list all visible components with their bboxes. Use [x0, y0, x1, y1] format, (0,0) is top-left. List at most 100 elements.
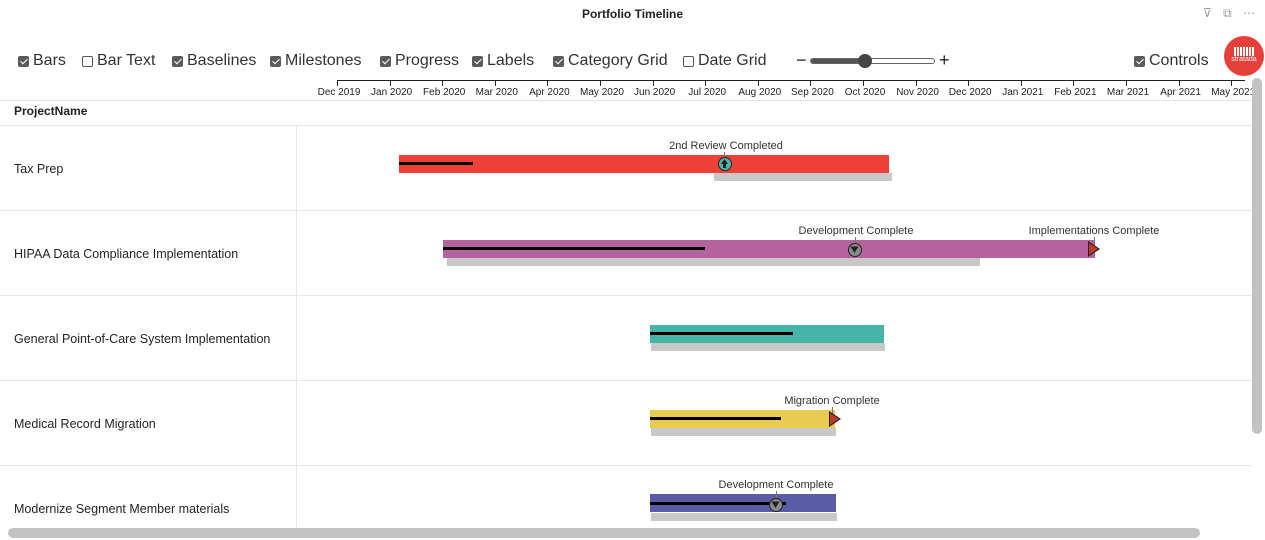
axis-month-label: Jul 2020	[688, 87, 727, 98]
checkbox-icon	[172, 55, 183, 67]
project-label-hipaa[interactable]: HIPAA Data Compliance Implementation	[14, 247, 238, 261]
baseline-bar	[651, 428, 836, 436]
checkbox-icon	[270, 55, 281, 67]
baseline-bar	[447, 258, 980, 266]
axis-month-label: Jan 2021	[1002, 87, 1044, 98]
project-label-segment-materials[interactable]: Modernize Segment Member materials	[14, 502, 229, 516]
visual-header-icons: ⊽ ⧉ ⋯	[1195, 6, 1255, 21]
progress-line	[443, 247, 705, 250]
checkbox-icon	[553, 55, 564, 67]
zoom-slider-handle[interactable]	[858, 54, 873, 68]
project-label-record-migration[interactable]: Medical Record Migration	[14, 417, 156, 431]
focus-mode-icon[interactable]: ⧉	[1223, 6, 1232, 20]
more-options-icon[interactable]: ⋯	[1243, 6, 1255, 20]
checkbox-icon	[18, 55, 29, 67]
milestone-arrow-icon[interactable]	[1088, 241, 1100, 257]
bar-text-checkbox[interactable]: Bar Text	[82, 52, 155, 70]
axis-tick	[442, 80, 444, 86]
date-grid-checkbox[interactable]: Date Grid	[683, 52, 766, 70]
axis-month-label: Aug 2020	[738, 87, 782, 98]
axis-tick	[757, 80, 759, 86]
row-divider	[0, 295, 1252, 296]
milestone-arrow-icon[interactable]	[829, 411, 841, 427]
row-divider	[0, 210, 1252, 211]
milestone-up-arrow-icon[interactable]	[718, 157, 732, 171]
labels-checkbox[interactable]: Labels	[472, 52, 534, 70]
controls-checkbox[interactable]: Controls	[1134, 52, 1209, 70]
axis-month-label: Apr 2020	[529, 87, 570, 98]
checkbox-icon	[82, 55, 93, 67]
category-grid-checkbox[interactable]: Category Grid	[553, 52, 668, 70]
axis-month-label: Sep 2020	[790, 87, 834, 98]
progress-line	[650, 332, 793, 335]
checkbox-icon	[472, 55, 483, 67]
axis-tick	[337, 80, 338, 86]
axis-month-label: Oct 2020	[844, 87, 886, 98]
milestone-label: Development Complete	[798, 225, 914, 237]
progress-checkbox[interactable]: Progress	[380, 52, 459, 70]
axis-tick	[968, 80, 970, 86]
axis-tick	[652, 80, 654, 86]
axis-tick	[494, 80, 496, 86]
project-label-point-of-care[interactable]: General Point-of-Care System Implementat…	[14, 332, 270, 346]
milestone-label: Implementations Complete	[1028, 225, 1160, 237]
axis-month-label: Jan 2020	[371, 87, 413, 98]
milestone-label: Development Complete	[718, 479, 834, 491]
axis-month-label: Nov 2020	[896, 87, 939, 98]
progress-line	[650, 502, 786, 505]
axis-month-label: Feb 2020	[423, 87, 466, 98]
stratada-logo: stratada	[1224, 36, 1264, 76]
axis-tick	[1126, 80, 1127, 86]
vertical-scrollbar[interactable]	[1252, 78, 1262, 434]
baseline-bar	[651, 513, 837, 521]
row-divider	[0, 465, 1252, 466]
baseline-bar	[714, 173, 892, 181]
bars-checkbox[interactable]: Bars	[18, 52, 66, 70]
row-divider	[0, 380, 1252, 381]
axis-month-label: Dec 2019	[317, 87, 361, 98]
baseline-bar	[651, 343, 885, 351]
axis-month-label: Mar 2021	[1106, 87, 1150, 98]
axis-month-label: May 2021	[1211, 87, 1256, 98]
timeline-axis: Dec 2019 Jan 2020 Feb 2020 Mar 2020 Apr 2020…	[297, 76, 1255, 100]
project-label-tax-prep[interactable]: Tax Prep	[14, 162, 63, 176]
axis-month-label: May 2020	[580, 87, 624, 98]
checkbox-icon	[1134, 55, 1145, 67]
horizontal-scrollbar[interactable]	[8, 528, 1200, 538]
axis-tick	[810, 80, 812, 86]
baselines-checkbox[interactable]: Baselines	[172, 52, 256, 70]
axis-tick	[1231, 80, 1233, 86]
axis-month-label: Dec 2020	[948, 87, 992, 98]
checkbox-icon	[683, 55, 694, 67]
axis-tick	[1073, 80, 1075, 86]
milestone-down-triangle-icon[interactable]	[848, 243, 862, 257]
axis-tick	[1020, 80, 1022, 86]
logo-bars-icon	[1234, 47, 1254, 56]
axis-month-label: Apr 2021	[1160, 87, 1201, 98]
column-header-projectname: ProjectName	[14, 104, 88, 118]
axis-tick	[915, 80, 917, 86]
category-divider	[296, 125, 297, 530]
milestone-label: 2nd Review Completed	[669, 140, 783, 152]
header-divider	[0, 100, 1252, 101]
axis-tick	[547, 80, 549, 86]
filter-icon[interactable]: ⊽	[1203, 6, 1212, 20]
progress-line	[399, 162, 473, 165]
axis-tick	[1178, 80, 1180, 86]
axis-month-label: Jun 2020	[634, 87, 676, 98]
milestone-label: Migration Complete	[784, 395, 880, 407]
axis-tick	[705, 80, 707, 86]
progress-line	[650, 417, 781, 420]
axis-tick	[600, 80, 601, 86]
zoom-in-button[interactable]: +	[939, 50, 950, 71]
checkbox-icon	[380, 55, 391, 67]
row-divider	[0, 125, 1252, 126]
page-title: Portfolio Timeline	[581, 7, 684, 21]
zoom-out-button[interactable]: −	[796, 50, 807, 71]
axis-month-label: Mar 2020	[475, 87, 518, 98]
milestones-checkbox[interactable]: Milestones	[270, 52, 361, 70]
axis-tick	[389, 80, 391, 86]
zoom-slider-track[interactable]	[810, 58, 935, 64]
milestone-down-triangle-icon[interactable]	[769, 498, 783, 512]
axis-line	[337, 80, 1245, 81]
